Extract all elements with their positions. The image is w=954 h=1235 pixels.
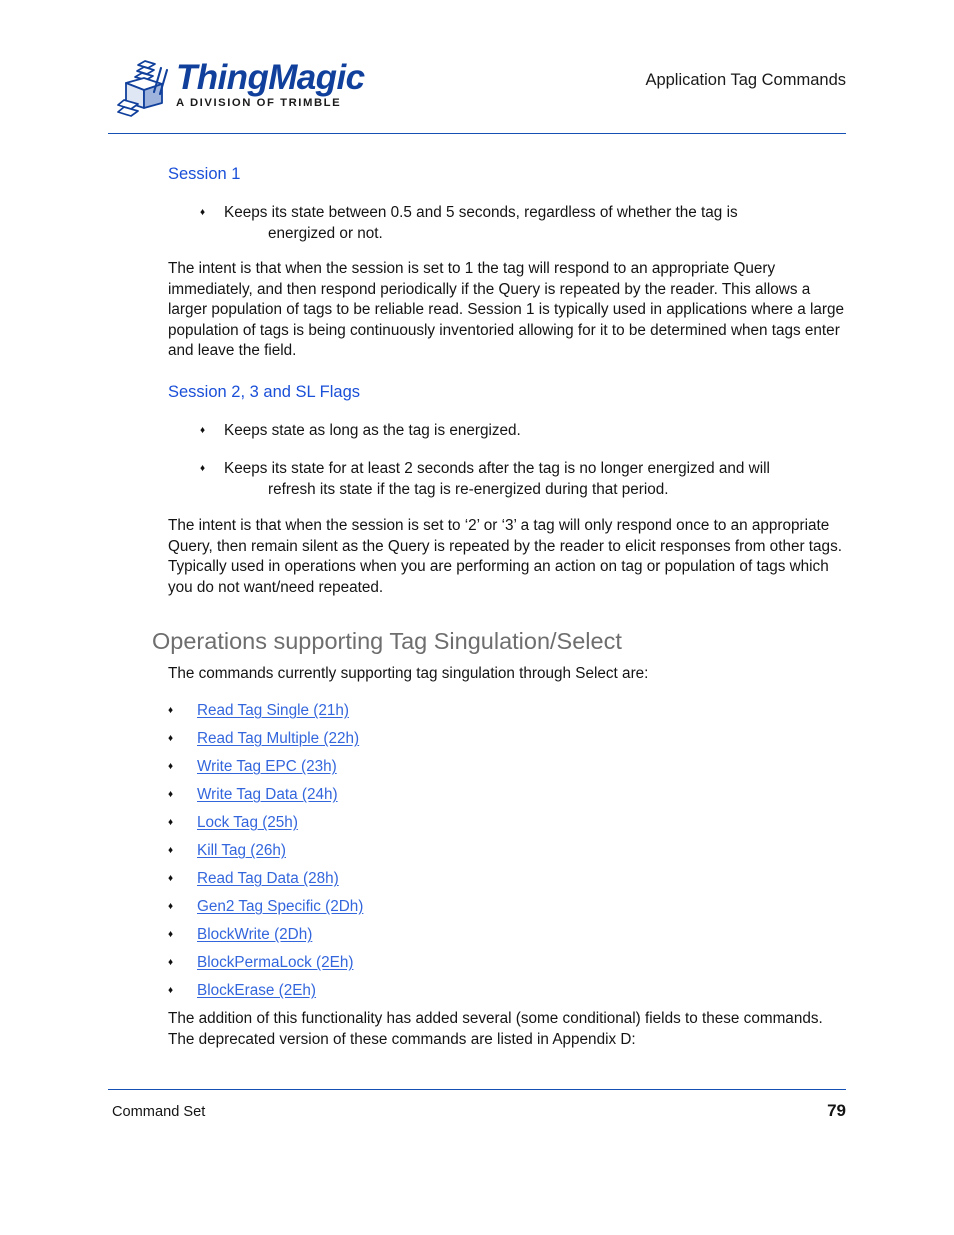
diamond-bullet-icon: ♦ (168, 761, 174, 772)
bullet-session1-1: ♦ Keeps its state between 0.5 and 5 seco… (200, 203, 848, 244)
page-header: ThingMagic A DIVISION OF TRIMBLE Applica… (108, 52, 846, 130)
diamond-bullet-icon: ♦ (168, 789, 174, 800)
diamond-bullet-icon: ♦ (200, 425, 206, 436)
stacked-cube-logo-icon (114, 58, 176, 120)
link-write-tag-data[interactable]: Write Tag Data (24h) (197, 785, 338, 804)
paragraph-session-2-3: The intent is that when the session is s… (168, 517, 842, 596)
logo-tagline: A DIVISION OF TRIMBLE (176, 97, 342, 109)
diamond-bullet-icon: ♦ (168, 957, 174, 968)
link-read-tag-single[interactable]: Read Tag Single (21h) (197, 701, 349, 720)
diamond-bullet-icon: ♦ (168, 705, 174, 716)
header-divider (108, 133, 846, 134)
heading-session-2-3-sl-flags: Session 2, 3 and SL Flags (168, 383, 361, 401)
diamond-bullet-icon: ♦ (200, 207, 206, 218)
footer-section-label: Command Set (112, 1104, 206, 1120)
diamond-bullet-icon: ♦ (200, 463, 206, 474)
document-page: ThingMagic A DIVISION OF TRIMBLE Applica… (0, 0, 954, 1235)
footer-divider (108, 1089, 846, 1090)
paragraph-operations-closing: The addition of this functionality has a… (168, 1010, 823, 1048)
heading-operations-supporting-tag-singulation: Operations supporting Tag Singulation/Se… (152, 628, 622, 654)
bullet-session23-2: ♦ Keeps its state for at least 2 seconds… (200, 459, 848, 500)
thingmagic-logo: ThingMagic A DIVISION OF TRIMBLE (108, 56, 438, 128)
logo-wordmark: ThingMagic (176, 58, 365, 97)
diamond-bullet-icon: ♦ (168, 733, 174, 744)
paragraph-operations-intro: The commands currently supporting tag si… (168, 665, 649, 682)
link-lock-tag[interactable]: Lock Tag (25h) (197, 813, 298, 832)
bullet-text-continued: energized or not. (268, 224, 383, 242)
diamond-bullet-icon: ♦ (168, 929, 174, 940)
bullet-text-continued: refresh its state if the tag is re-energ… (268, 480, 669, 498)
link-blockpermalock[interactable]: BlockPermaLock (2Eh) (197, 953, 353, 972)
heading-session-1: Session 1 (168, 165, 241, 183)
logo-text-block: ThingMagic A DIVISION OF TRIMBLE (176, 58, 365, 110)
diamond-bullet-icon: ♦ (168, 901, 174, 912)
bullet-session23-1: ♦ Keeps state as long as the tag is ener… (200, 421, 848, 442)
diamond-bullet-icon: ♦ (168, 873, 174, 884)
bullet-text: Keeps state as long as the tag is energi… (224, 422, 521, 439)
diamond-bullet-icon: ♦ (168, 817, 174, 828)
bullet-text: Keeps its state for at least 2 seconds a… (224, 460, 770, 477)
link-read-tag-data[interactable]: Read Tag Data (28h) (197, 869, 339, 888)
diamond-bullet-icon: ♦ (168, 845, 174, 856)
bullet-text: Keeps its state between 0.5 and 5 second… (224, 204, 738, 221)
link-blockwrite[interactable]: BlockWrite (2Dh) (197, 925, 312, 944)
link-write-tag-epc[interactable]: Write Tag EPC (23h) (197, 757, 337, 776)
paragraph-session-1: The intent is that when the session is s… (168, 260, 845, 360)
diamond-bullet-icon: ♦ (168, 985, 174, 996)
link-gen2-tag-specific[interactable]: Gen2 Tag Specific (2Dh) (197, 897, 363, 916)
link-read-tag-multiple[interactable]: Read Tag Multiple (22h) (197, 729, 359, 748)
link-kill-tag[interactable]: Kill Tag (26h) (197, 841, 286, 860)
link-blockerase[interactable]: BlockErase (2Eh) (197, 981, 316, 1000)
header-title: Application Tag Commands (645, 71, 846, 89)
footer-page-number: 79 (827, 1101, 846, 1120)
